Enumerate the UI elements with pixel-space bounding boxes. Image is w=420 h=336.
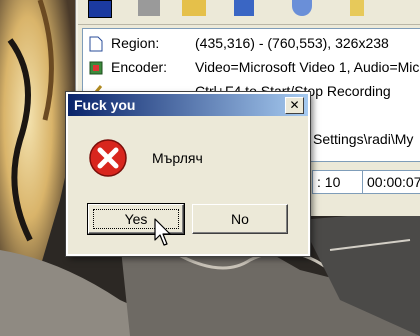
stop-icon[interactable] <box>88 0 112 18</box>
close-icon: ✕ <box>289 98 300 112</box>
elapsed-time: 00:00:07 <box>362 170 420 194</box>
dialog-message: Мърляч <box>152 150 203 166</box>
info-row-region: Region: (435,316) - (760,553), 326x238 <box>87 33 420 55</box>
encoder-icon <box>89 61 103 75</box>
mouse-cursor-icon <box>154 218 171 246</box>
globe-icon[interactable] <box>292 0 312 16</box>
pointer-icon[interactable] <box>350 0 364 16</box>
recorder-toolbar <box>78 0 420 25</box>
region-icon <box>89 36 103 52</box>
info-value: Video=Microsoft Video 1, Audio=Micr <box>195 59 420 75</box>
dialog-title: Fuck you <box>74 97 136 113</box>
message-dialog: Fuck you ✕ Мърляч Yes No <box>65 91 311 257</box>
save-icon[interactable] <box>234 0 254 16</box>
info-value: (435,316) - (760,553), 326x238 <box>195 35 389 51</box>
play-icon[interactable] <box>138 0 160 16</box>
folder-icon[interactable] <box>182 0 206 16</box>
info-label: Region: <box>111 35 160 51</box>
dialog-titlebar[interactable]: Fuck you ✕ <box>68 94 308 116</box>
info-row-encoder: Encoder: Video=Microsoft Video 1, Audio=… <box>87 57 420 79</box>
frame-counter: : 10 <box>312 170 364 194</box>
no-button-label: No <box>231 211 249 227</box>
info-value: Settings\radi\My <box>313 131 414 147</box>
error-icon <box>89 139 127 177</box>
info-label: Encoder: <box>111 59 168 75</box>
no-button[interactable]: No <box>192 204 288 234</box>
close-button[interactable]: ✕ <box>285 97 304 114</box>
